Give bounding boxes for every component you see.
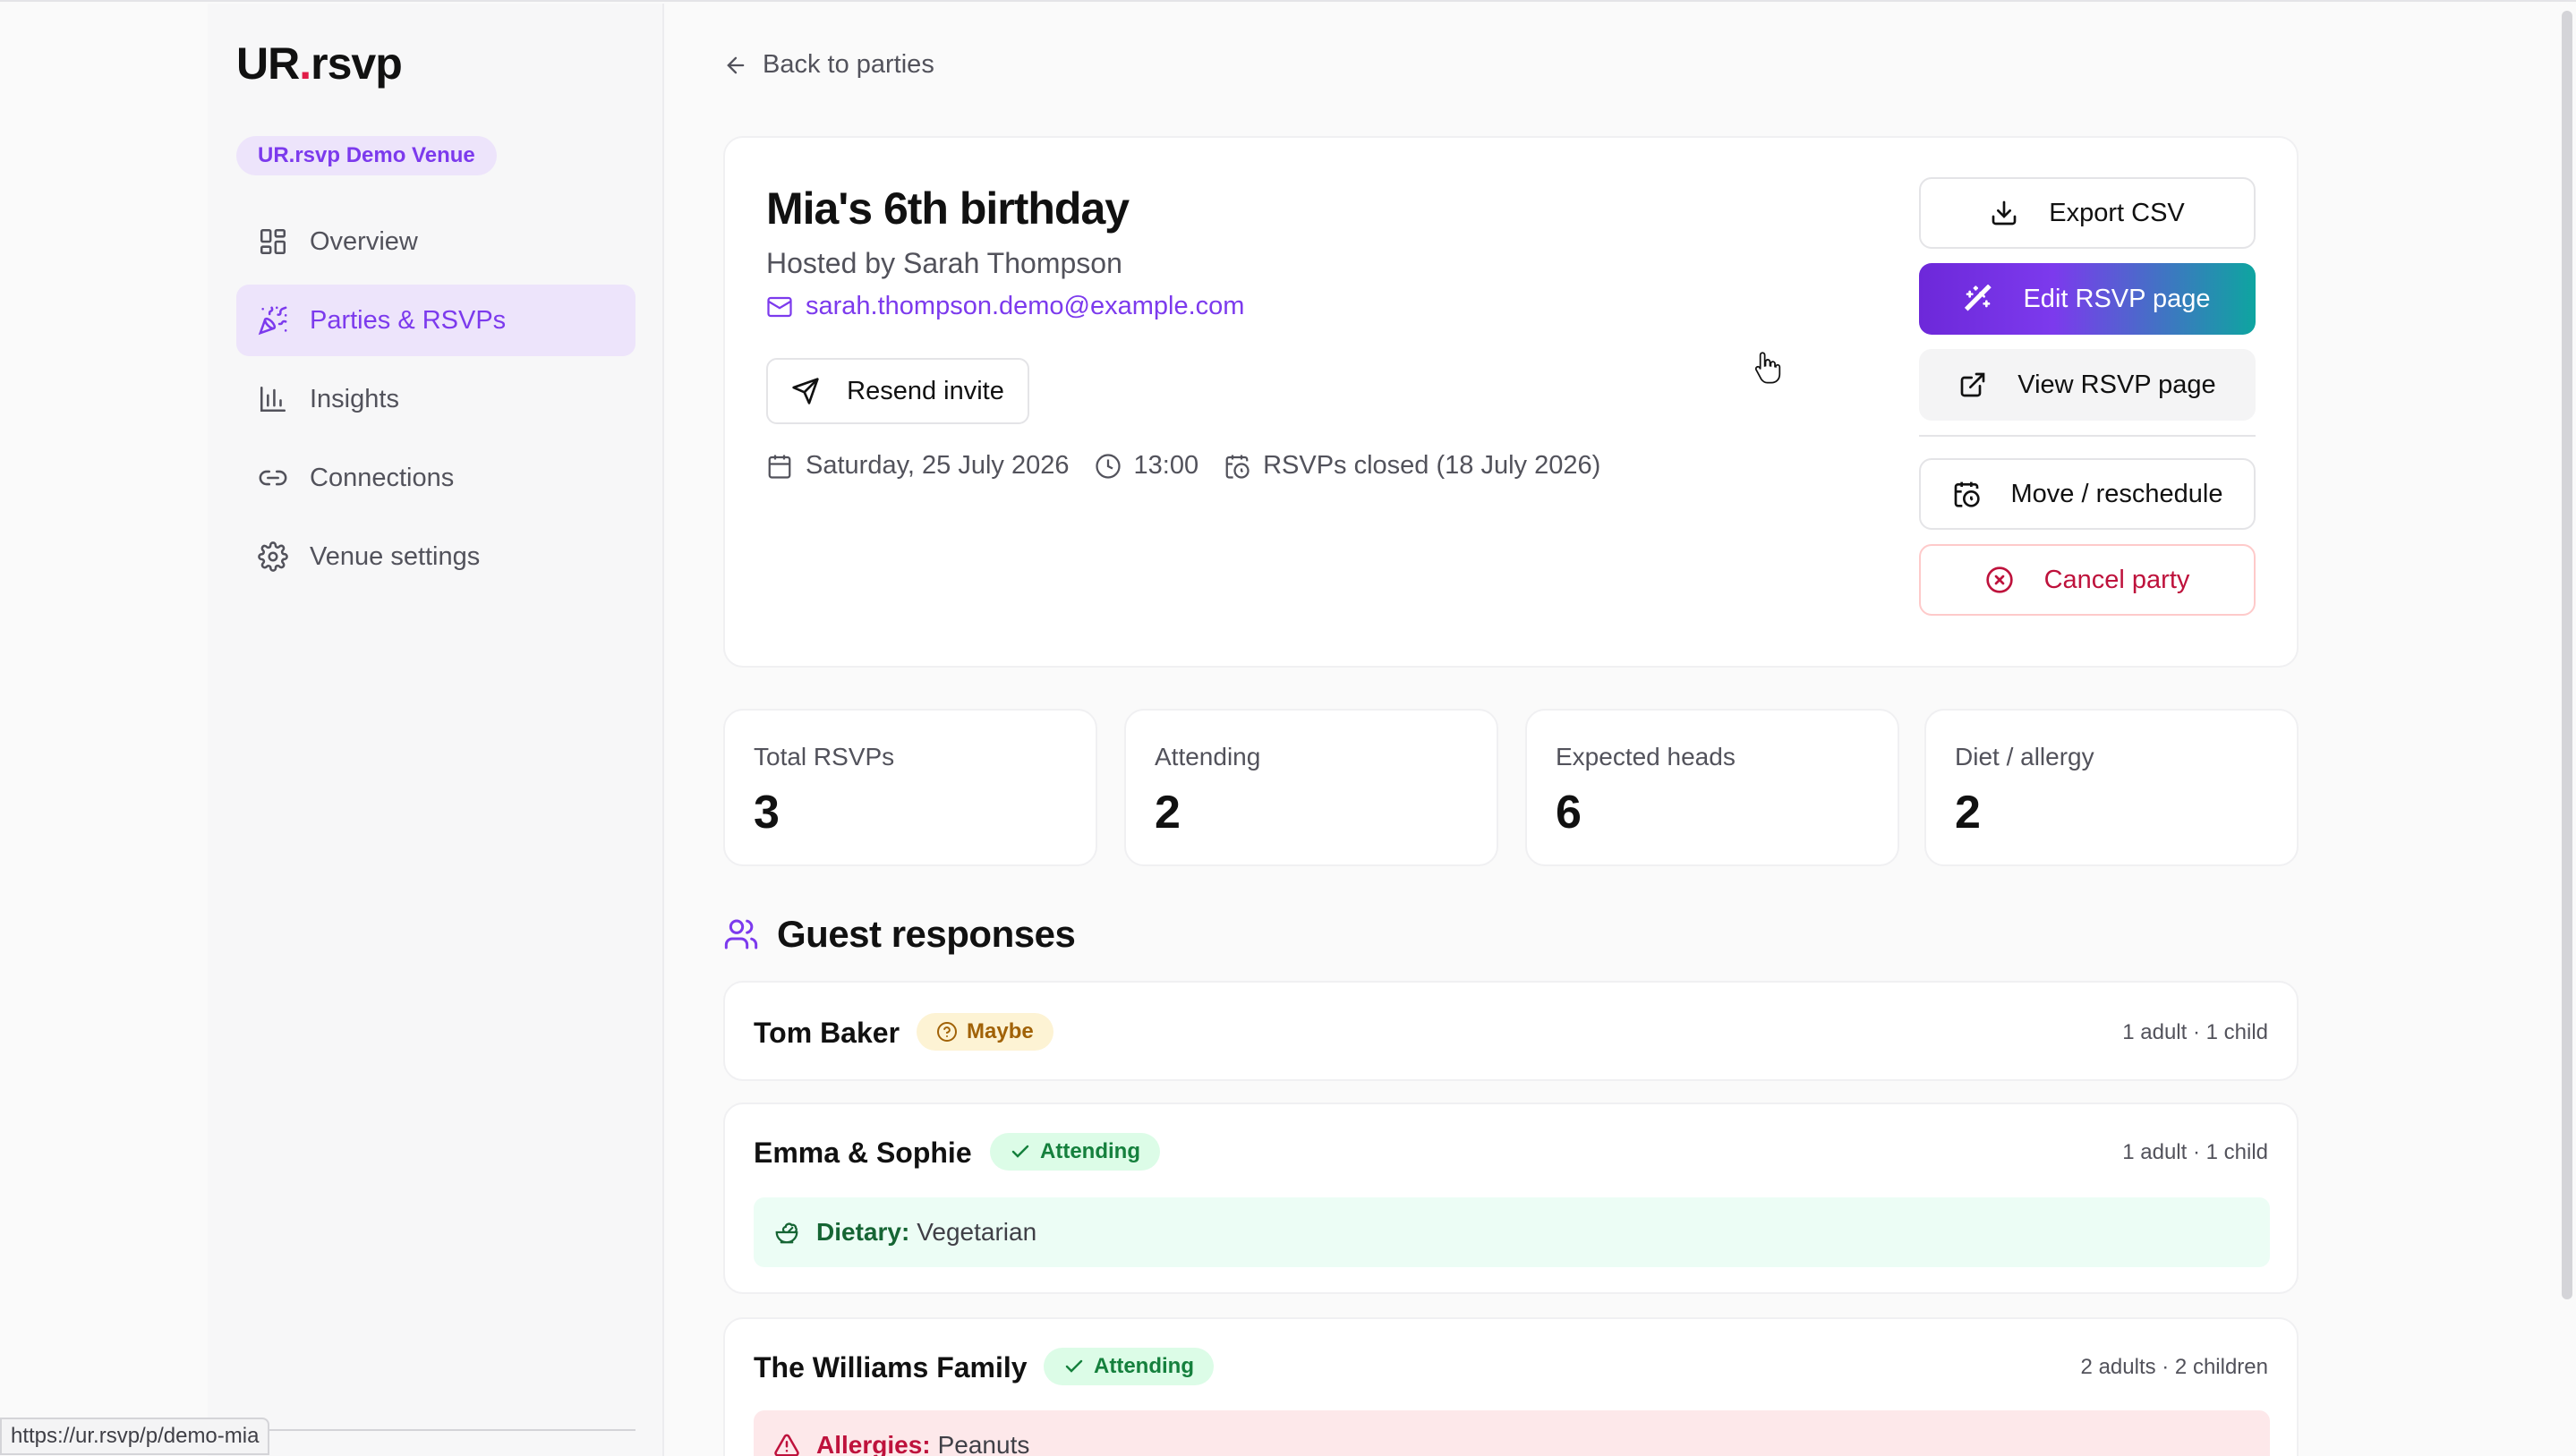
guest-name: The Williams Family [754,1351,1028,1384]
stat-label: Total RSVPs [754,743,895,771]
check-icon [1011,1145,1029,1158]
allergy-note: Allergies: Peanuts [754,1410,2270,1456]
sidebar-item-overview[interactable]: Overview [236,206,635,277]
sidebar-divider [208,1429,635,1431]
external-link-icon [1960,372,1985,397]
sidebar-nav: Overview Parties & RSVPs Insights Connec… [236,206,635,600]
check-icon [1065,1359,1083,1373]
mail-icon [767,296,792,317]
stat-expected-heads: Expected heads 6 [1525,709,1899,866]
party-time: 13:00 [1095,451,1198,481]
party-date: Saturday, 25 July 2026 [766,451,1070,481]
guest-row[interactable]: Tom Baker Maybe 1 adult · 1 child [723,981,2299,1081]
guest-count: 1 adult · 1 child [2122,1020,2268,1044]
party-details-card: Mia's 6th birthday Hosted by Sarah Thomp… [723,136,2299,668]
sidebar-item-label: Insights [310,384,399,413]
host-email-link[interactable]: sarah.thompson.demo@example.com [766,292,1244,321]
bar-chart-icon [258,384,288,414]
page-scrollbar[interactable] [2562,11,2572,1299]
page-title: Mia's 6th birthday [766,183,1130,234]
sidebar-item-connections[interactable]: Connections [236,442,635,514]
cancel-party-button[interactable]: Cancel party [1919,544,2256,616]
sidebar-item-label: Overview [310,226,418,256]
stat-value: 6 [1556,787,1582,839]
salad-icon [775,1222,798,1244]
guest-name: Emma & Sophie [754,1137,972,1169]
view-rsvp-page-button[interactable]: View RSVP page [1919,349,2256,421]
grid-icon [258,226,288,257]
gear-icon [258,541,288,572]
stat-total-rsvps: Total RSVPs 3 [723,709,1097,866]
venue-badge: UR.rsvp Demo Venue [236,136,497,175]
status-badge: Attending [990,1133,1160,1171]
stat-label: Diet / allergy [1955,743,2094,771]
move-reschedule-button[interactable]: Move / reschedule [1919,458,2256,530]
back-to-parties-link[interactable]: Back to parties [723,50,934,80]
sidebar-item-venue-settings[interactable]: Venue settings [236,521,635,592]
rsvp-status: RSVPs closed (18 July 2026) [1224,451,1600,481]
clock-icon [1095,453,1121,479]
arrow-left-icon [727,56,745,73]
app-frame: UR.rsvp UR.rsvp Demo Venue Overview Part… [0,0,2576,1456]
stat-value: 2 [1155,787,1181,839]
actions-divider [1919,435,2256,437]
sidebar-item-parties[interactable]: Parties & RSVPs [236,285,635,356]
guest-count: 1 adult · 1 child [2122,1140,2268,1164]
party-meta: Saturday, 25 July 2026 13:00 RSVPs close… [766,451,1625,481]
guest-row[interactable]: Emma & Sophie Attending 1 adult · 1 chil… [723,1103,2299,1294]
sidebar-item-label: Connections [310,463,455,492]
guest-row[interactable]: The Williams Family Attending 2 adults ·… [723,1317,2299,1456]
sidebar: UR.rsvp UR.rsvp Demo Venue Overview Part… [208,4,664,1456]
sidebar-item-label: Parties & RSVPs [310,305,507,335]
send-icon [792,378,819,404]
stat-attending: Attending 2 [1124,709,1498,866]
guest-count: 2 adults · 2 children [2080,1355,2268,1379]
status-badge: Attending [1044,1348,1214,1385]
calendar-clock-icon [1225,455,1250,479]
link-preview-url: https://ur.rsvp/p/demo-mia [0,1418,270,1455]
party-popper-icon [258,305,288,336]
users-icon [724,919,758,949]
export-csv-button[interactable]: Export CSV [1919,177,2256,249]
guest-name: Tom Baker [754,1017,900,1049]
stat-value: 2 [1955,787,1981,839]
edit-rsvp-page-button[interactable]: Edit RSVP page [1919,263,2256,335]
dietary-note: Dietary: Vegetarian [754,1197,2270,1267]
stat-label: Attending [1155,743,1261,771]
app-logo[interactable]: UR.rsvp [236,38,403,89]
help-circle-icon [937,1022,957,1042]
alert-triangle-icon [774,1434,799,1456]
calendar-clock-icon [1954,481,1980,507]
magic-wand-icon [1965,285,1992,311]
hand-cursor-icon [1754,352,1781,384]
stat-diet-allergy: Diet / allergy 2 [1924,709,2299,866]
stat-value: 3 [754,787,780,839]
x-circle-icon [1985,566,2013,593]
guest-responses-heading: Guest responses [723,913,1076,956]
status-badge: Maybe [917,1013,1053,1051]
sidebar-item-label: Venue settings [310,541,481,571]
resend-invite-button[interactable]: Resend invite [766,358,1029,424]
host-name: Hosted by Sarah Thompson [766,247,1122,279]
link-icon [258,463,288,493]
calendar-icon [768,455,791,479]
stat-label: Expected heads [1556,743,1736,771]
download-icon [1992,200,2017,226]
sidebar-item-insights[interactable]: Insights [236,363,635,435]
party-actions: Export CSV Edit RSVP page View RSVP page… [1919,177,2256,630]
